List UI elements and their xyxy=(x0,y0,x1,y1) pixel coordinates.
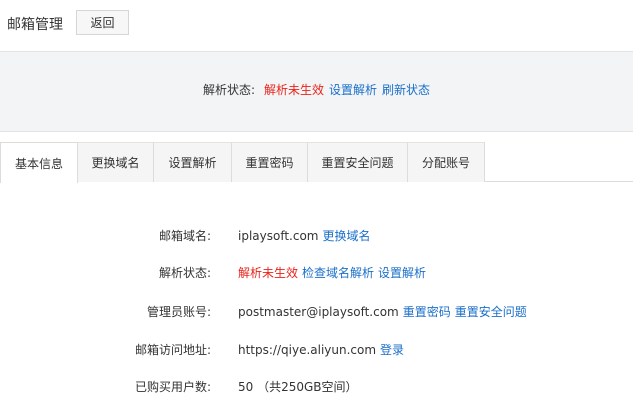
set-dns-link-2[interactable]: 设置解析 xyxy=(378,266,426,280)
domain-value-group: iplaysoft.com 更换域名 xyxy=(238,227,375,244)
dns-value: 解析未生效 xyxy=(238,266,299,280)
refresh-status-link[interactable]: 刷新状态 xyxy=(382,83,430,97)
page-title: 邮箱管理 xyxy=(7,17,63,33)
domain-value: iplaysoft.com xyxy=(238,229,319,243)
users-key: 已购买用户数: xyxy=(134,380,211,394)
info-row-domain: 邮箱域名: iplaysoft.com 更换域名 xyxy=(0,225,633,245)
reset-password-link[interactable]: 重置密码 xyxy=(403,305,451,319)
set-dns-link[interactable]: 设置解析 xyxy=(329,83,377,97)
url-value-group: https://qiye.aliyun.com 登录 xyxy=(238,341,408,358)
url-key: 邮箱访问地址: xyxy=(134,343,211,357)
reset-question-link[interactable]: 重置安全问题 xyxy=(455,305,527,319)
users-value: 50 （共250GB空间） xyxy=(238,380,358,394)
tab-bar: 基本信息 更换域名 设置解析 重置密码 重置安全问题 分配账号 xyxy=(0,142,633,183)
dns-status-value: 解析未生效 xyxy=(264,83,325,97)
tab-reset-password[interactable]: 重置密码 xyxy=(232,142,308,182)
change-domain-link[interactable]: 更换域名 xyxy=(323,229,371,243)
tab-set-dns[interactable]: 设置解析 xyxy=(154,142,232,182)
url-value: https://qiye.aliyun.com xyxy=(238,343,377,357)
check-dns-link[interactable]: 检查域名解析 xyxy=(302,266,374,280)
admin-value: postmaster@iplaysoft.com xyxy=(238,305,399,319)
info-row-admin: 管理员账号: postmaster@iplaysoft.com 重置密码 重置安全问… xyxy=(0,301,633,321)
status-banner: 解析状态: 解析未生效 设置解析 刷新状态 xyxy=(0,52,633,132)
dns-status-line: 解析状态: 解析未生效 设置解析 刷新状态 xyxy=(0,81,633,98)
back-button[interactable]: 返回 xyxy=(76,10,129,35)
login-link[interactable]: 登录 xyxy=(380,343,404,357)
dns-status-label: 解析状态: xyxy=(202,83,255,97)
info-row-url: 邮箱访问地址: https://qiye.aliyun.com 登录 xyxy=(0,339,633,359)
dns-value-group: 解析未生效 检查域名解析 设置解析 xyxy=(238,264,430,281)
users-value-group: 50 （共250GB空间） xyxy=(238,378,362,395)
top-bar: 邮箱管理 返回 xyxy=(0,0,633,52)
tab-basic-info[interactable]: 基本信息 xyxy=(0,142,78,183)
tab-reset-security-question[interactable]: 重置安全问题 xyxy=(308,142,408,182)
domain-key: 邮箱域名: xyxy=(158,229,211,243)
info-row-dns: 解析状态: 解析未生效 检查域名解析 设置解析 xyxy=(0,262,633,282)
tab-assign-account[interactable]: 分配账号 xyxy=(408,142,485,182)
info-row-users: 已购买用户数: 50 （共250GB空间） xyxy=(0,376,633,396)
dns-key: 解析状态: xyxy=(158,266,211,280)
admin-value-group: postmaster@iplaysoft.com 重置密码 重置安全问题 xyxy=(238,303,531,320)
tab-change-domain[interactable]: 更换域名 xyxy=(78,142,154,182)
admin-key: 管理员账号: xyxy=(146,305,211,319)
